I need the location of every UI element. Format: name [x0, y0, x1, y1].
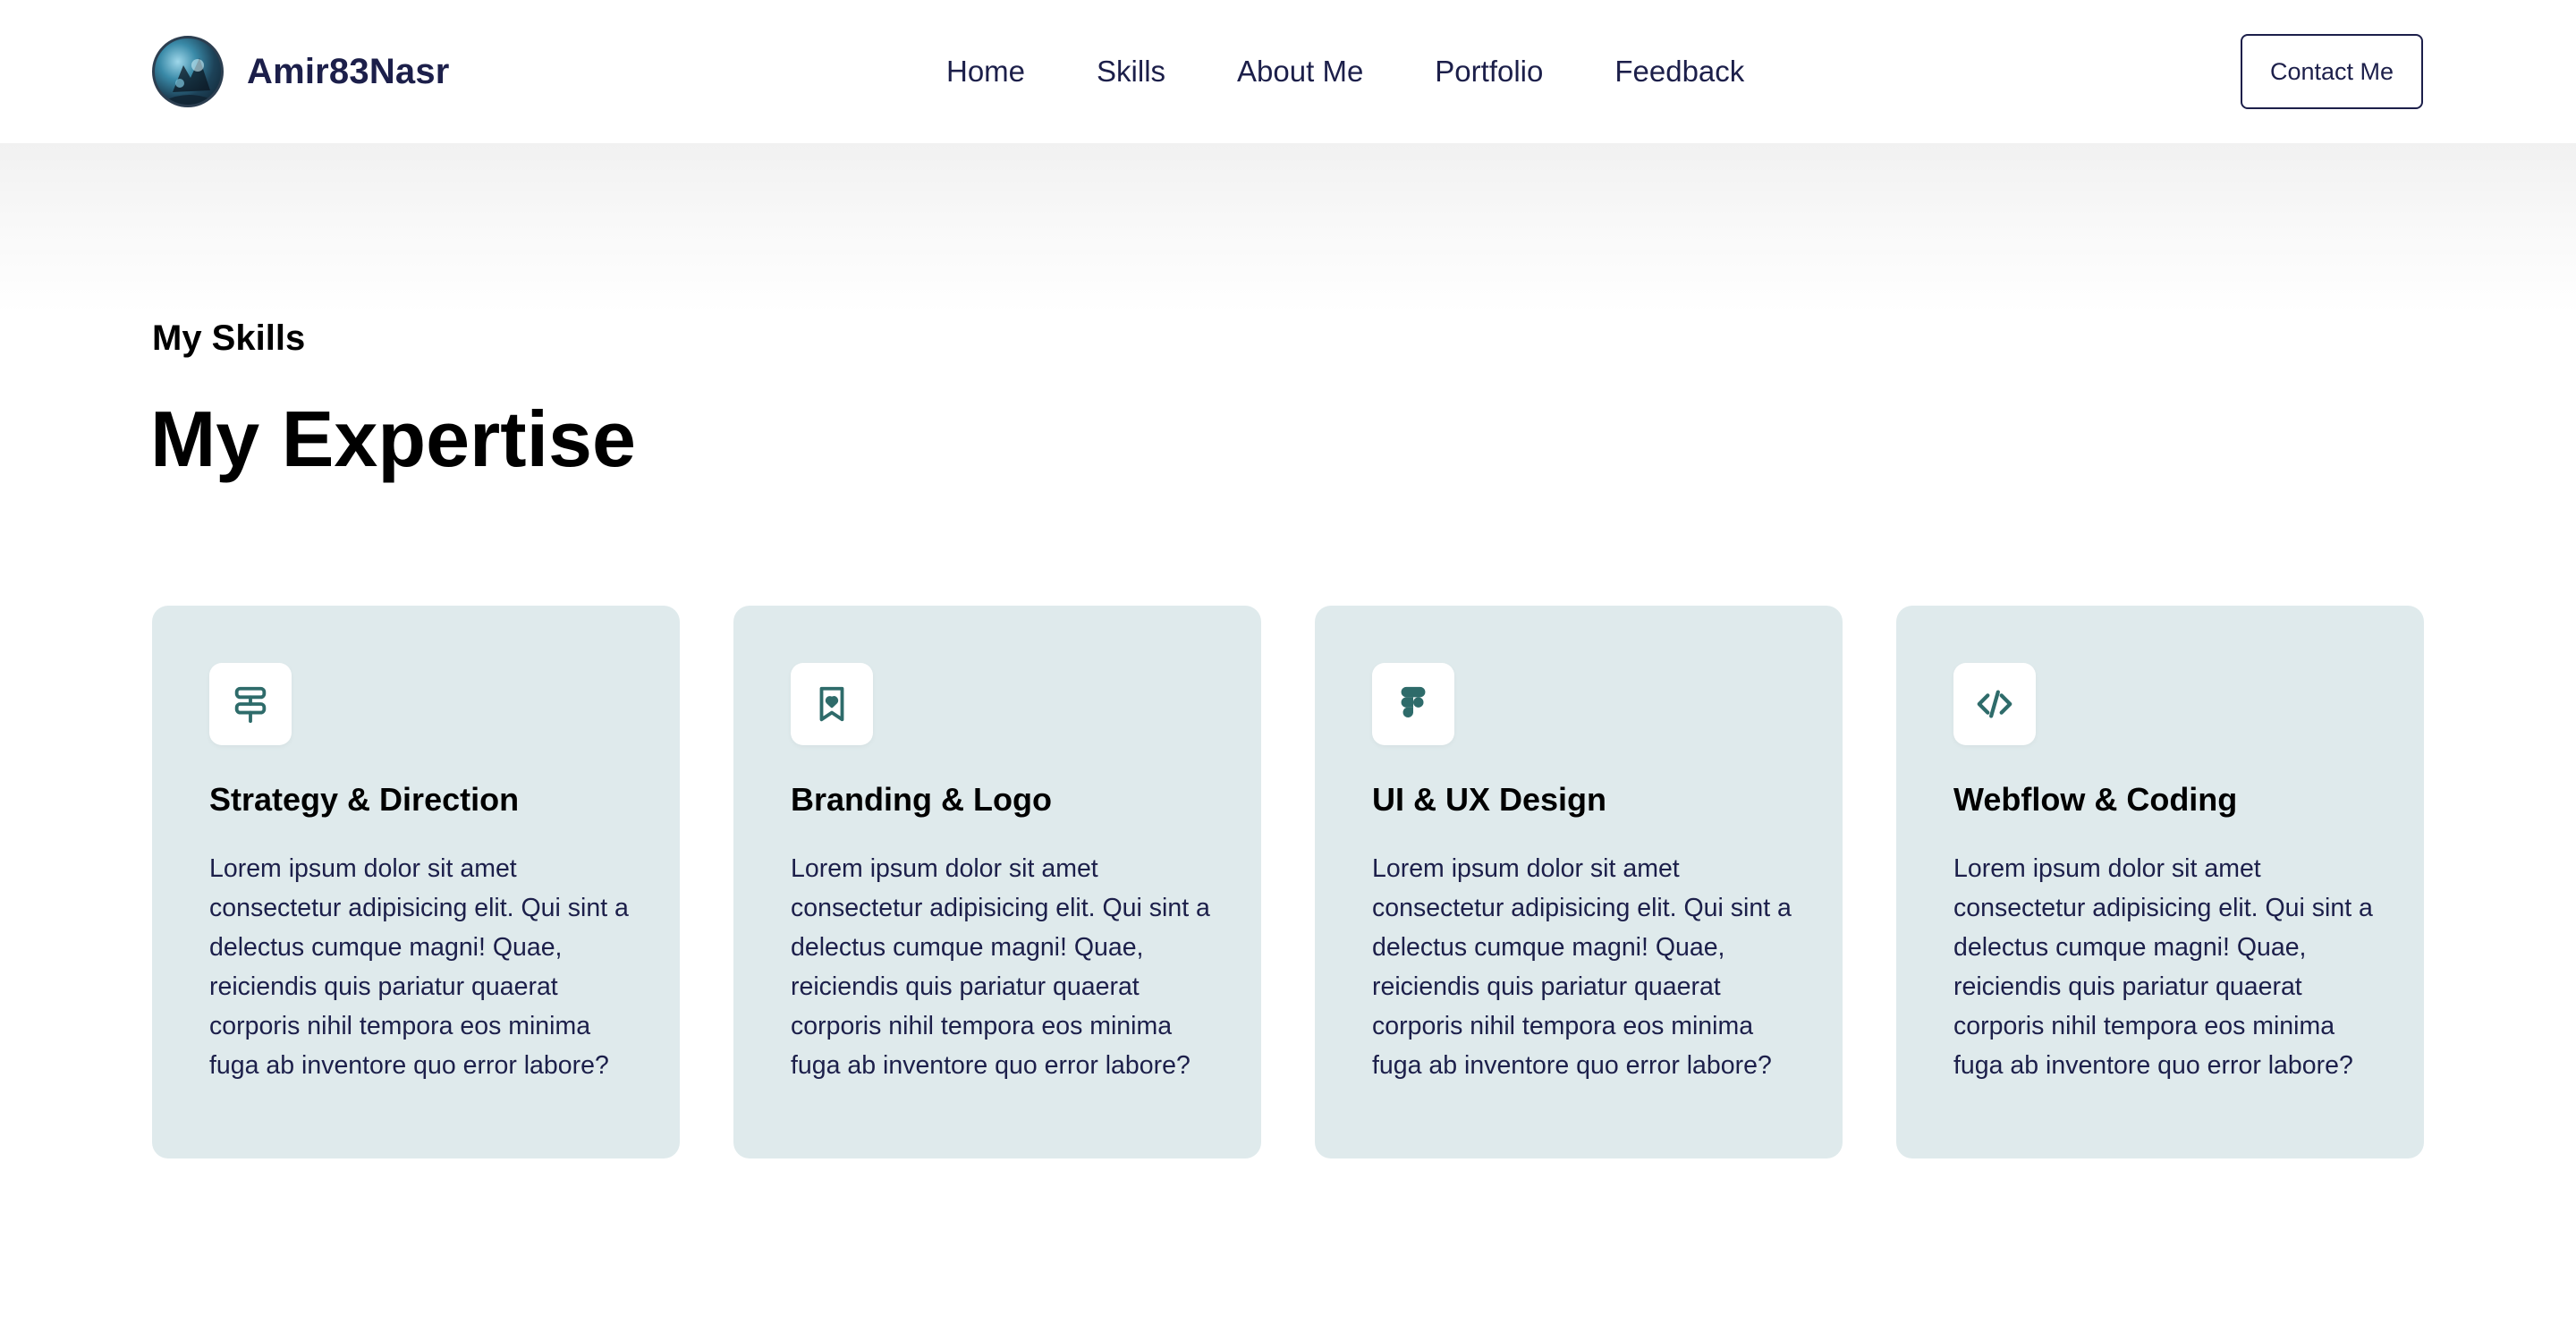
card-icon-box — [1372, 663, 1454, 745]
card-icon-box — [209, 663, 292, 745]
skill-card-ui-ux: UI & UX Design Lorem ipsum dolor sit ame… — [1315, 606, 1843, 1158]
page: Amir83Nasr Home Skills About Me Portfoli… — [0, 0, 2576, 1324]
navbar-shadow — [0, 143, 2576, 313]
card-text: Lorem ipsum dolor sit amet consectetur a… — [791, 854, 1210, 1080]
nav-links: Home Skills About Me Portfolio Feedback — [946, 0, 1744, 143]
card-title: Webflow & Coding — [1953, 781, 2238, 818]
avatar — [152, 36, 224, 107]
nav-link-portfolio[interactable]: Portfolio — [1435, 55, 1543, 89]
section-title: My Expertise — [150, 395, 636, 483]
nav-link-about-me[interactable]: About Me — [1237, 55, 1363, 89]
card-title: Strategy & Direction — [209, 781, 520, 818]
brand-name: Amir83Nasr — [247, 51, 450, 91]
bookmark-heart-icon — [819, 686, 844, 722]
skill-card-branding: Branding & Logo Lorem ipsum dolor sit am… — [733, 606, 1261, 1158]
contact-me-button[interactable]: Contact Me — [2241, 34, 2423, 109]
card-title: UI & UX Design — [1372, 781, 1607, 818]
figma-icon — [1401, 686, 1426, 718]
nav-link-home[interactable]: Home — [946, 55, 1025, 89]
skill-card-webflow: Webflow & Coding Lorem ipsum dolor sit a… — [1896, 606, 2424, 1158]
nav-link-skills[interactable]: Skills — [1097, 55, 1165, 89]
card-text: Lorem ipsum dolor sit amet consectetur a… — [1372, 854, 1792, 1080]
navbar: Amir83Nasr Home Skills About Me Portfoli… — [0, 0, 2576, 143]
skills-cards: Strategy & Direction Lorem ipsum dolor s… — [152, 606, 2424, 1158]
avatar-image — [163, 58, 219, 105]
signpost-icon — [234, 686, 267, 724]
card-text: Lorem ipsum dolor sit amet consectetur a… — [209, 854, 629, 1080]
code-icon — [1977, 690, 2012, 718]
card-icon-box — [791, 663, 873, 745]
card-text: Lorem ipsum dolor sit amet consectetur a… — [1953, 854, 2373, 1080]
card-icon-box — [1953, 663, 2036, 745]
nav-link-feedback[interactable]: Feedback — [1614, 55, 1744, 89]
card-title: Branding & Logo — [791, 781, 1052, 818]
skill-card-strategy: Strategy & Direction Lorem ipsum dolor s… — [152, 606, 680, 1158]
section-kicker: My Skills — [152, 318, 306, 358]
brand[interactable]: Amir83Nasr — [152, 36, 450, 107]
